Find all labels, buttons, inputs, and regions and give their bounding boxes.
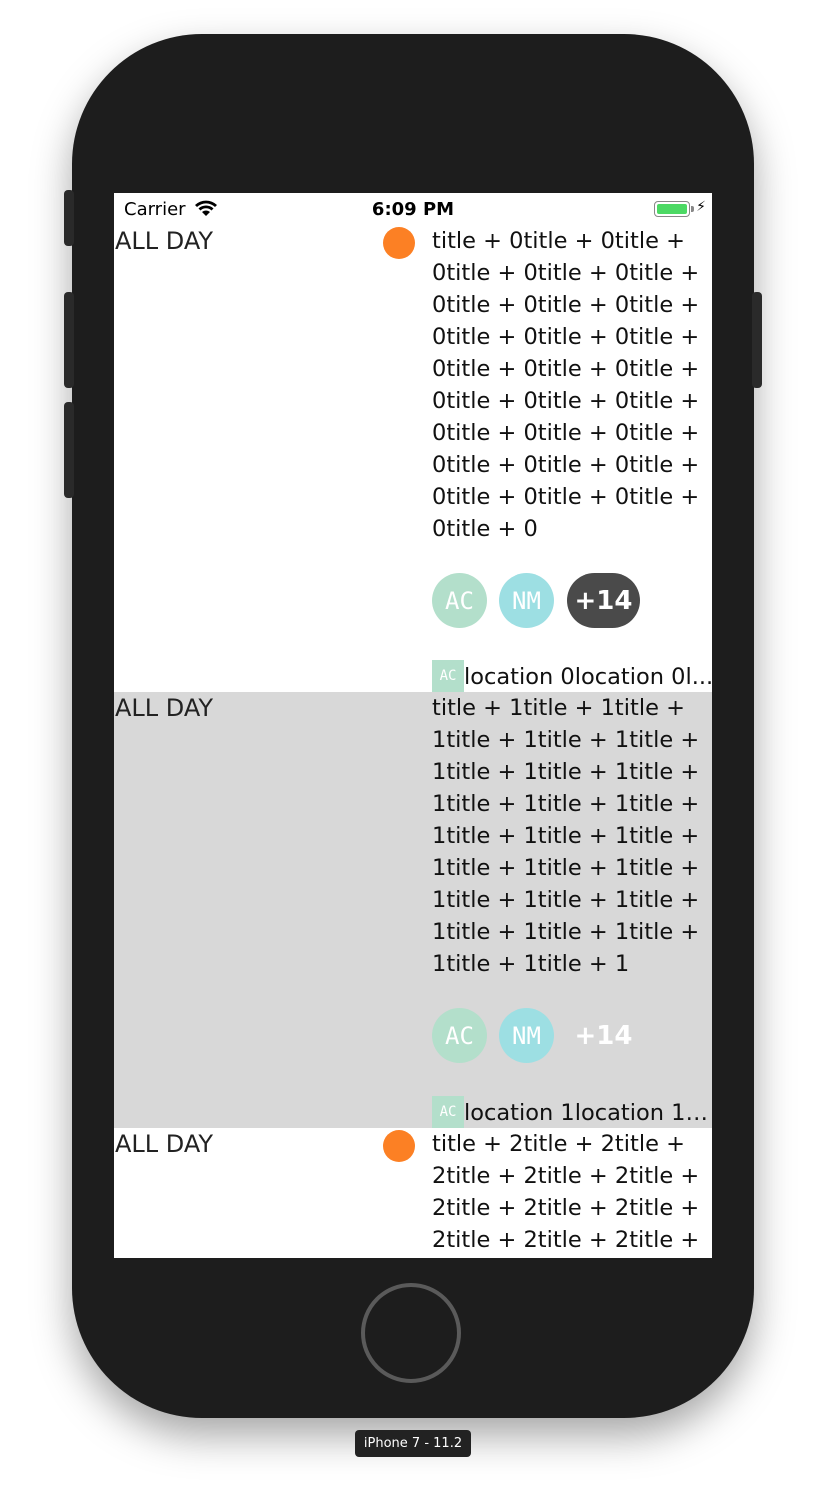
- device-label: iPhone 7 - 11.2: [355, 1430, 471, 1457]
- event-cell[interactable]: ALL DAY title + 1title + 1title + 1title…: [114, 692, 712, 1128]
- event-cell[interactable]: ALL DAY title + 0title + 0title + 0title…: [114, 225, 712, 692]
- event-cell[interactable]: ALL DAY title + 2title + 2title + 2title…: [114, 1128, 712, 1258]
- power-button: [752, 292, 762, 388]
- avatar[interactable]: AC: [432, 1008, 487, 1063]
- home-button[interactable]: [361, 1283, 461, 1383]
- event-dot-icon: [383, 227, 415, 259]
- event-location: AC location 0location 0l...: [432, 660, 712, 692]
- battery-icon: [654, 201, 690, 217]
- battery-cap: [691, 206, 694, 212]
- volume-down-button: [64, 402, 74, 498]
- event-dot-icon: [383, 1130, 415, 1162]
- status-time: 6:09 PM: [371, 199, 455, 220]
- mute-switch: [64, 190, 74, 246]
- all-day-label: ALL DAY: [115, 1130, 214, 1158]
- volume-up-button: [64, 292, 74, 388]
- avatar[interactable]: NM: [499, 573, 554, 628]
- location-thumbnail: AC: [432, 660, 464, 692]
- event-title: title + 0title + 0title + 0title + 0titl…: [432, 228, 700, 542]
- location-thumbnail: AC: [432, 1096, 464, 1128]
- all-day-label: ALL DAY: [115, 227, 214, 255]
- event-title: title + 1title + 1title + 1title + 1titl…: [432, 695, 700, 977]
- charging-bolt-icon: ⚡︎: [696, 199, 706, 215]
- status-bar: Carrier 6:09 PM ⚡︎: [114, 193, 712, 225]
- more-attendees-badge[interactable]: +14: [567, 573, 640, 628]
- avatar[interactable]: NM: [499, 1008, 554, 1063]
- more-attendees-badge[interactable]: +14: [567, 1008, 640, 1063]
- event-title: title + 2title + 2title + 2title + 2titl…: [432, 1131, 700, 1253]
- screen: Carrier 6:09 PM ⚡︎ ALL DAY title + 0titl…: [114, 193, 712, 1258]
- location-text: location 1location 1lo...: [464, 1100, 712, 1126]
- location-text: location 0location 0l...: [464, 664, 712, 690]
- event-location: AC location 1location 1lo...: [432, 1096, 712, 1128]
- all-day-label: ALL DAY: [115, 694, 214, 722]
- avatar[interactable]: AC: [432, 573, 487, 628]
